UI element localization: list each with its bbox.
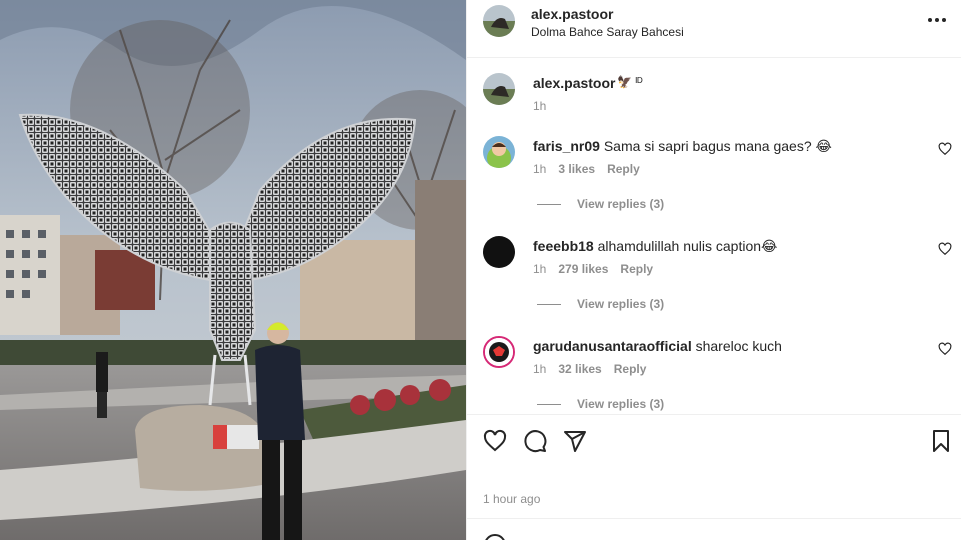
comment-username[interactable]: garudanusantaraofficial [533,338,692,354]
comment-item: feeebb18 alhamdulillah nulis caption😂 1h… [467,236,961,336]
like-button[interactable] [483,429,507,453]
comment-time: 1h [533,362,547,376]
view-replies-button[interactable]: View replies (3) [537,197,664,211]
author-avatar[interactable] [483,5,515,37]
comment-likes[interactable]: 32 likes [558,362,601,376]
comment-username[interactable]: feeebb18 [533,238,594,254]
save-button[interactable] [929,429,953,453]
comment-button[interactable] [523,429,547,453]
heart-icon[interactable] [938,342,952,356]
comment-avatar[interactable] [483,136,515,168]
comment-avatar[interactable] [483,236,515,268]
view-replies-button[interactable]: View replies (3) [537,397,664,411]
comment-item: faris_nr09 Sama si sapri bagus mana gaes… [467,136,961,236]
reply-button[interactable]: Reply [620,262,653,276]
comment-text: Sama si sapri bagus mana gaes? 😂 [603,138,832,154]
add-comment-bar[interactable] [467,518,961,540]
comment-text: shareloc kuch [695,338,782,354]
comments-list[interactable]: alex.pastoor 🦅 ᴵᴰ 1h faris_nr09 Sama si … [467,58,961,414]
author-username[interactable]: alex.pastoor [531,6,613,22]
post-photo[interactable] [0,0,466,540]
heart-icon [483,429,507,452]
view-replies-button[interactable]: View replies (3) [537,297,664,311]
comment-icon [524,430,547,453]
emoji-icon[interactable] [483,533,507,540]
comment-time: 1h [533,262,547,276]
reply-button[interactable]: Reply [607,162,640,176]
caption-time: 1h [533,99,547,113]
caption-text: 🦅 ᴵᴰ [617,75,643,89]
comment-item: garudanusantaraofficial shareloc kuch 1h… [467,336,961,414]
post-panel: alex.pastoor Dolma Bahce Saray Bahcesi a… [466,0,961,540]
bookmark-icon [933,430,949,452]
post-caption: alex.pastoor 🦅 ᴵᴰ 1h [467,58,961,124]
post-image [0,0,466,540]
share-icon [564,431,586,452]
comment-likes[interactable]: 3 likes [558,162,595,176]
comment-username[interactable]: faris_nr09 [533,138,600,154]
comment-likes[interactable]: 279 likes [558,262,608,276]
comment-avatar[interactable] [483,336,515,368]
comment-text: alhamdulillah nulis caption😂 [597,238,778,254]
post-header: alex.pastoor Dolma Bahce Saray Bahcesi [467,0,961,58]
caption-avatar[interactable] [483,73,515,105]
more-options-icon[interactable] [928,12,948,28]
post-actions: 1 hour ago [467,414,961,518]
post-timestamp[interactable]: 1 hour ago [483,492,540,506]
share-button[interactable] [563,429,587,453]
reply-button[interactable]: Reply [614,362,647,376]
comment-time: 1h [533,162,547,176]
heart-icon[interactable] [938,142,952,156]
heart-icon[interactable] [938,242,952,256]
caption-username[interactable]: alex.pastoor [533,75,615,91]
post-location[interactable]: Dolma Bahce Saray Bahcesi [531,25,684,39]
